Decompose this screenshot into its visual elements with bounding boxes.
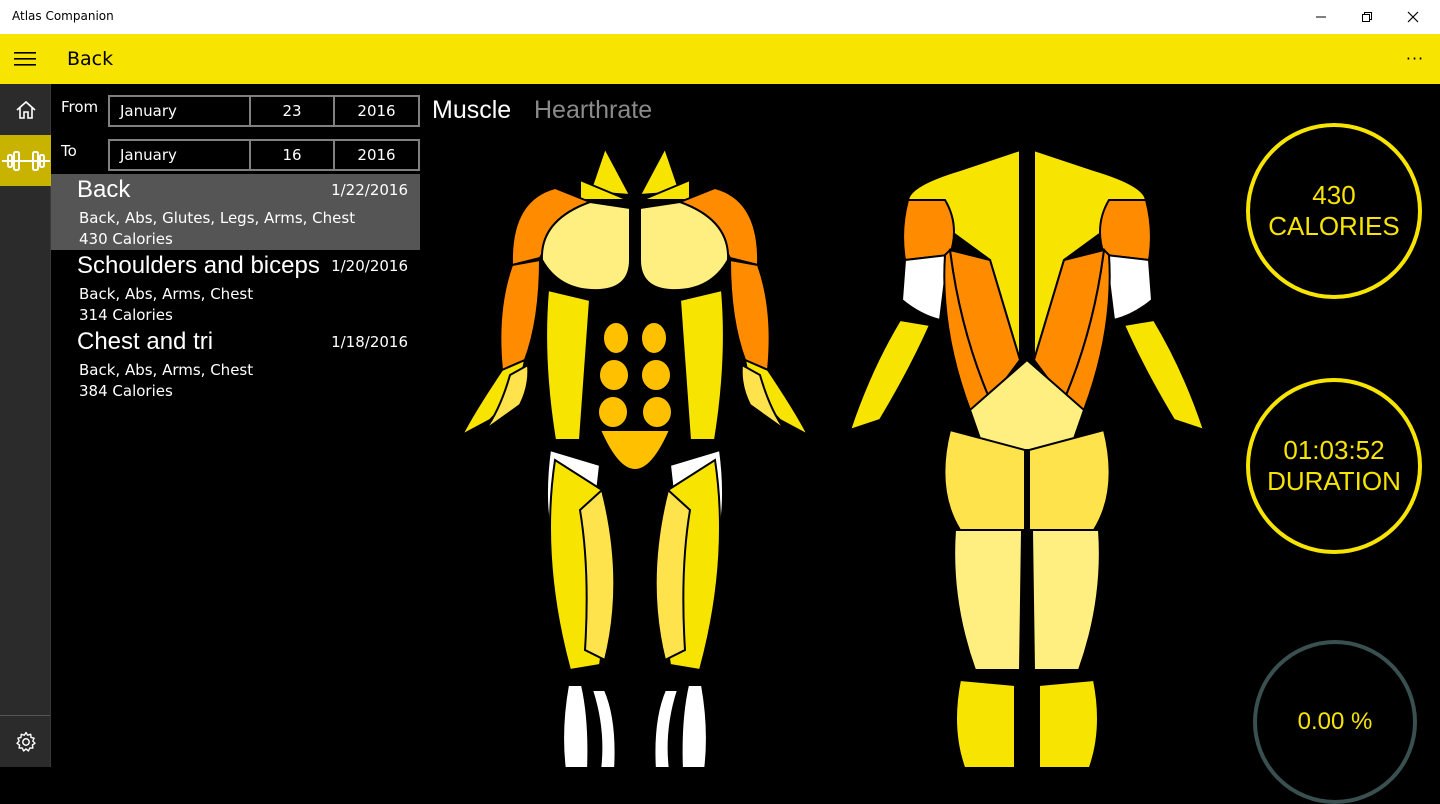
to-year-select[interactable]: 2016 [333,139,420,171]
list-item[interactable]: Schoulders and biceps 1/20/2016 Back, Ab… [51,250,420,326]
hamburger-icon [14,52,36,66]
session-name: Back [77,176,131,203]
session-date: 1/18/2016 [331,333,408,351]
session-muscles: Back, Abs, Arms, Chest [79,361,254,379]
duration-value: 01:03:52 [1283,435,1385,465]
calories-label: CALORIES [1268,211,1400,241]
nav-settings[interactable] [0,716,51,767]
restore-button[interactable] [1344,0,1390,34]
to-month-select[interactable]: January [108,139,251,171]
tab-muscle[interactable]: Muscle [432,96,511,125]
window-title: Atlas Companion [12,9,114,23]
menu-button[interactable] [0,34,50,84]
back-body-figure [848,148,1206,767]
restore-icon [1362,12,1372,22]
window-titlebar: Atlas Companion [0,0,1440,34]
session-name: Schoulders and biceps [77,252,320,279]
more-options-button[interactable]: ··· [1400,44,1430,74]
list-item[interactable]: Back 1/22/2016 Back, Abs, Glutes, Legs, … [51,174,420,250]
minimize-icon [1316,16,1326,18]
date-filters: From January 23 2016 To January 16 2016 [51,84,421,174]
dumbbell-icon [1,150,50,171]
home-icon [15,100,36,119]
session-name: Chest and tri [77,328,214,355]
close-button[interactable] [1390,0,1436,34]
nav-workouts[interactable] [0,135,51,186]
muscle-map [459,145,1206,767]
to-label: To [61,142,77,160]
percent-stat: 0.00 % [1253,640,1417,804]
from-label: From [61,98,99,116]
tab-hearthrate[interactable]: Hearthrate [534,96,652,125]
duration-label: DURATION [1267,466,1401,496]
calories-stat: 430 CALORIES [1246,123,1422,299]
nav-home[interactable] [0,84,51,135]
close-icon [1407,11,1419,23]
session-muscles: Back, Abs, Arms, Chest [79,285,254,303]
from-year-select[interactable]: 2016 [333,95,420,127]
session-date: 1/20/2016 [331,257,408,275]
from-day-select[interactable]: 23 [249,95,335,127]
minimize-button[interactable] [1298,0,1344,34]
percent-value: 0.00 % [1297,708,1373,735]
duration-stat: 01:03:52 DURATION [1246,378,1422,554]
session-list: Back 1/22/2016 Back, Abs, Glutes, Legs, … [51,174,420,402]
from-month-select[interactable]: January [108,95,251,127]
gear-icon [15,731,36,752]
session-calories: 430 Calories [79,230,173,248]
session-date: 1/22/2016 [331,181,408,199]
to-day-select[interactable]: 16 [249,139,335,171]
calories-value: 430 [1312,180,1356,210]
session-calories: 314 Calories [79,306,173,324]
app-header: Back ··· [0,34,1440,84]
list-item[interactable]: Chest and tri 1/18/2016 Back, Abs, Arms,… [51,326,420,402]
session-calories: 384 Calories [79,382,173,400]
nav-rail [0,84,51,767]
front-body-figure [459,145,811,767]
page-title: Back [67,48,114,70]
session-muscles: Back, Abs, Glutes, Legs, Arms, Chest [79,209,356,227]
